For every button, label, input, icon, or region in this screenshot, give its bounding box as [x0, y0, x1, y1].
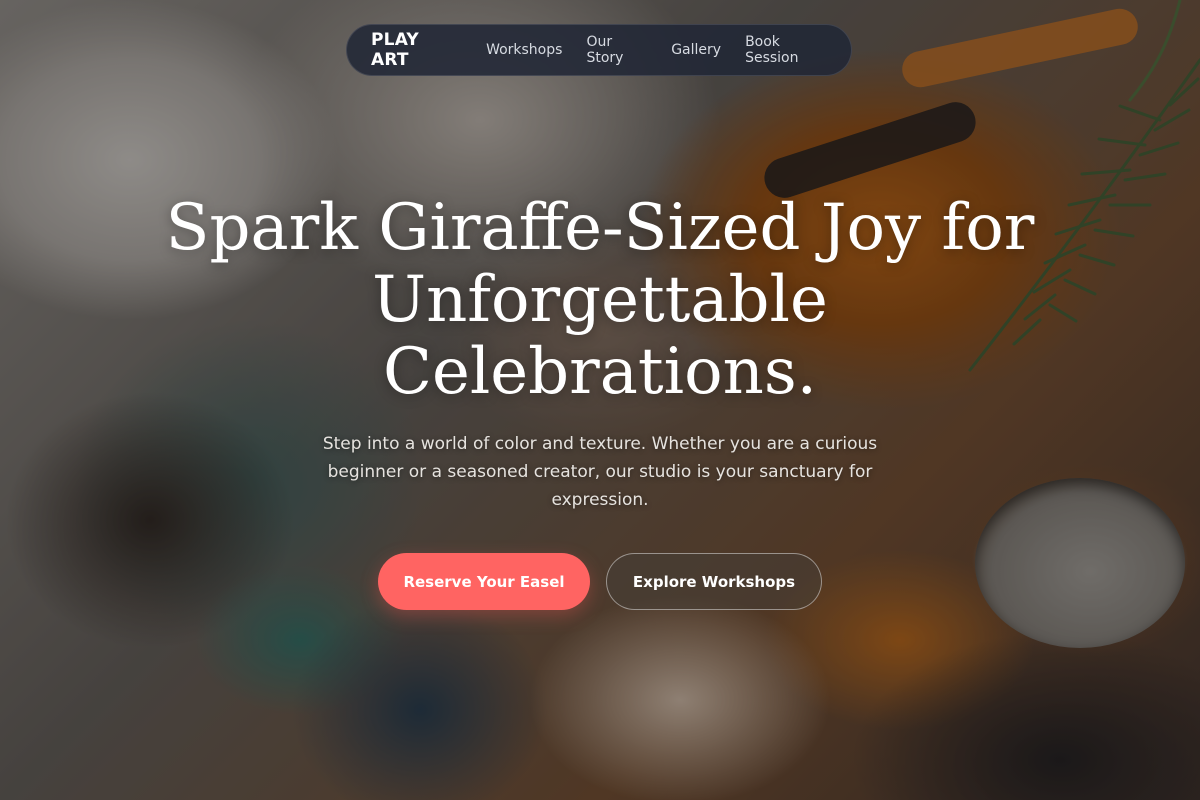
hero-subtext: Step into a world of color and texture. … — [322, 434, 878, 510]
headline-line-3: Celebrations. — [382, 335, 818, 409]
top-navigation: PLAY ART Workshops Our Story Gallery Boo… — [346, 24, 852, 76]
nav-link-book-session[interactable]: Book Session — [745, 34, 829, 66]
brand-logo[interactable]: PLAY ART — [371, 30, 454, 70]
nav-link-workshops[interactable]: Workshops — [486, 42, 562, 58]
hero-headline: Spark Giraffe-Sized Joy for Unforgettabl… — [100, 192, 1100, 408]
headline-line-1: Spark Giraffe-Sized Joy for — [165, 191, 1035, 265]
explore-workshops-button[interactable]: Explore Workshops — [606, 553, 822, 610]
headline-line-2: Unforgettable — [372, 263, 828, 337]
reserve-easel-button[interactable]: Reserve Your Easel — [378, 553, 590, 610]
nav-link-gallery[interactable]: Gallery — [671, 42, 721, 58]
nav-link-our-story[interactable]: Our Story — [586, 34, 647, 66]
